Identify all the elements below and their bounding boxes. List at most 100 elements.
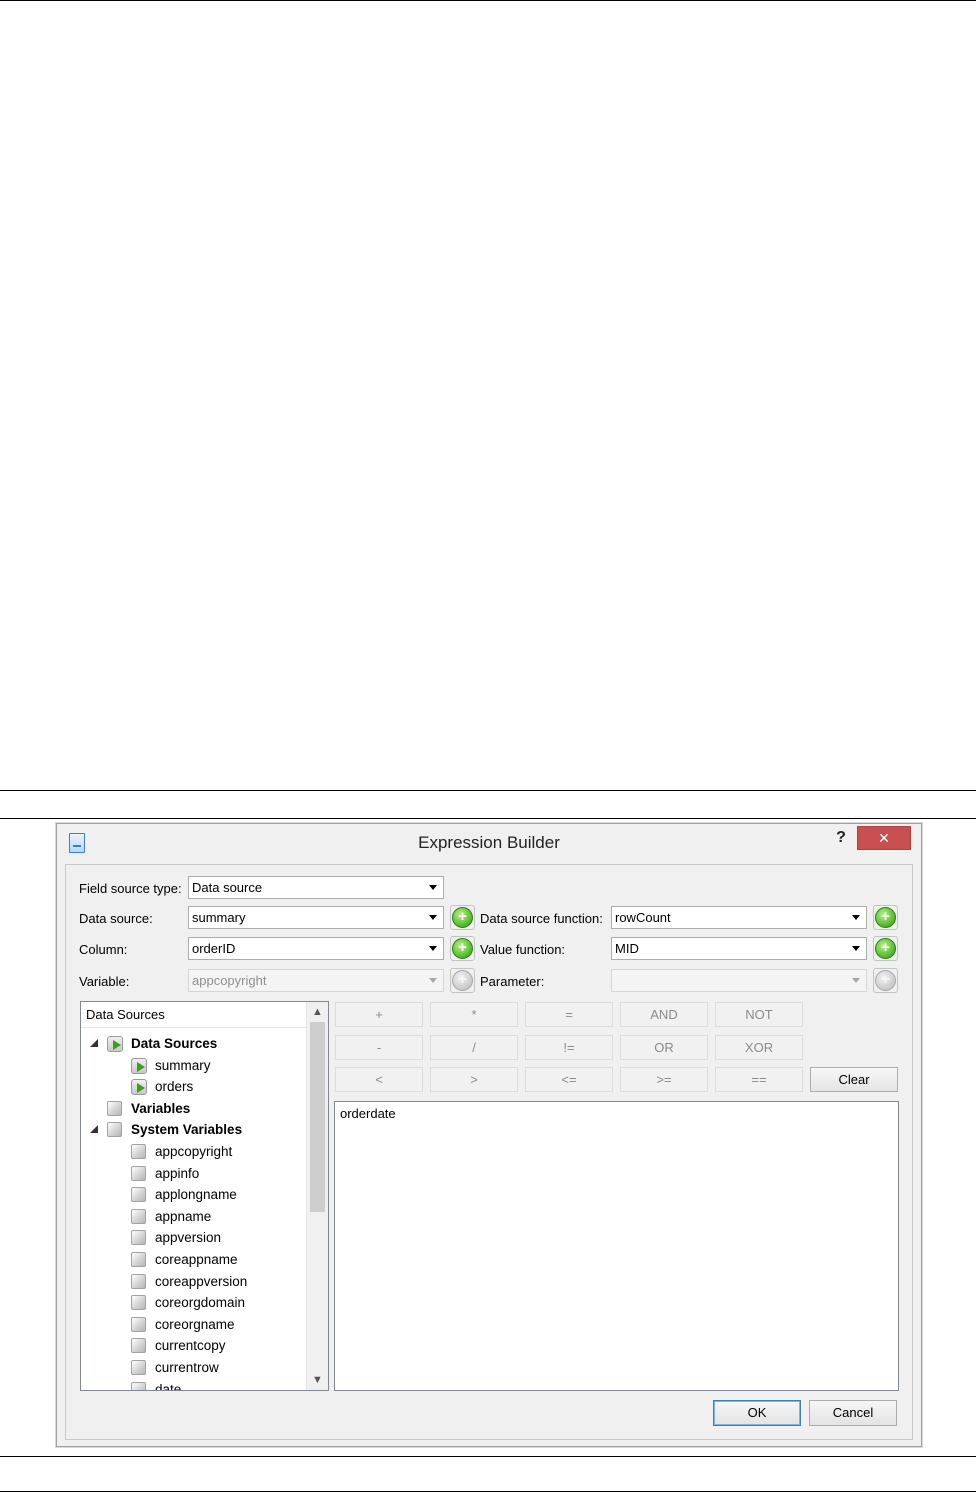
tree-item-label: currentrow	[155, 1360, 219, 1375]
operator-button[interactable]: +	[335, 1002, 423, 1027]
tree-item[interactable]: currentcopy	[81, 1335, 306, 1356]
tree-item[interactable]: applongname	[81, 1184, 306, 1205]
operator-button[interactable]: /	[430, 1034, 518, 1060]
chevron-down-icon	[429, 915, 437, 920]
operator-button[interactable]: >	[430, 1067, 518, 1092]
tree-item[interactable]: summary	[81, 1055, 306, 1076]
cancel-button[interactable]: Cancel	[809, 1400, 897, 1426]
add-column-button[interactable]: +	[450, 936, 475, 961]
scroll-thumb[interactable]	[310, 1022, 325, 1212]
tree-item-label: appinfo	[155, 1165, 200, 1181]
add-data-source-button[interactable]: +	[450, 905, 475, 930]
cube-icon	[131, 1316, 146, 1332]
expand-arrow-icon[interactable]	[90, 1039, 98, 1047]
data-source-function-value: rowCount	[615, 910, 671, 925]
cube-icon	[131, 1360, 146, 1375]
operator-button[interactable]: <=	[525, 1067, 613, 1092]
add-parameter-button[interactable]: +	[873, 968, 898, 993]
tree-item[interactable]: coreorgname	[81, 1314, 306, 1335]
plus-icon: +	[881, 939, 890, 956]
cube-icon	[131, 1208, 146, 1224]
cube-icon	[131, 1187, 146, 1203]
operator-button[interactable]: XOR	[715, 1034, 803, 1060]
tree-header: Data Sources	[81, 1002, 306, 1028]
operator-button[interactable]: !=	[525, 1034, 613, 1060]
expression-editor[interactable]: orderdate	[334, 1101, 899, 1391]
add-data-source-function-button[interactable]: +	[873, 905, 898, 930]
close-button[interactable]: ✕	[857, 826, 911, 850]
chevron-down-icon	[429, 978, 437, 983]
tree-item-label: coreappname	[155, 1252, 238, 1267]
column-label: Column:	[79, 942, 128, 957]
tree-item[interactable]: appinfo	[81, 1163, 306, 1184]
tree-item[interactable]: currentrow	[81, 1357, 306, 1378]
operator-button[interactable]: >=	[620, 1067, 708, 1092]
tree-item[interactable]: date	[81, 1379, 306, 1390]
ok-button[interactable]: OK	[713, 1400, 801, 1426]
operator-button[interactable]: NOT	[715, 1002, 803, 1027]
field-source-type-select[interactable]: Data source	[188, 876, 444, 899]
add-value-function-button[interactable]: +	[873, 936, 898, 961]
parameter-label: Parameter:	[480, 974, 545, 989]
tree-item[interactable]: appname	[81, 1206, 306, 1227]
tree-item-label: summary	[155, 1057, 211, 1073]
chevron-down-icon	[429, 885, 437, 890]
data-source-select[interactable]: summary	[188, 906, 444, 929]
datasource-icon	[131, 1079, 147, 1096]
tree-item[interactable]: coreappname	[81, 1249, 306, 1270]
value-function-select[interactable]: MID	[611, 937, 867, 960]
operator-button[interactable]: -	[335, 1034, 423, 1060]
scroll-up-icon[interactable]: ▲	[307, 1002, 328, 1022]
parameter-select[interactable]	[611, 969, 867, 992]
plus-icon: +	[458, 939, 467, 956]
page-rule	[0, 0, 976, 1]
data-source-function-select[interactable]: rowCount	[611, 906, 867, 929]
tree-item-label: coreorgdomain	[155, 1295, 246, 1311]
tree-item[interactable]: coreappversion	[81, 1271, 306, 1292]
tree-item-label: currentcopy	[155, 1338, 226, 1354]
datasource-icon	[131, 1057, 147, 1074]
title-bar[interactable]: Expression Builder ? ✕	[57, 824, 921, 864]
expand-arrow-icon[interactable]	[90, 1125, 98, 1134]
operator-button[interactable]: AND	[620, 1002, 708, 1027]
tree-item-label: coreappversion	[155, 1273, 248, 1289]
operator-button[interactable]: *	[430, 1002, 518, 1027]
datasource-icon	[107, 1036, 123, 1052]
tree-item-label: System Variables	[131, 1122, 243, 1138]
cube-icon	[107, 1100, 122, 1116]
add-variable-button[interactable]: +	[450, 968, 475, 993]
tree-item-label: appname	[155, 1208, 212, 1224]
tree-item-label: Variables	[131, 1100, 191, 1116]
operator-button[interactable]: ==	[715, 1067, 803, 1092]
tree-item[interactable]: appcopyright	[81, 1141, 306, 1162]
tree-item[interactable]: System Variables	[81, 1119, 306, 1140]
operator-button[interactable]: =	[525, 1002, 613, 1027]
chevron-down-icon	[852, 946, 860, 951]
tree-item[interactable]: orders	[81, 1076, 306, 1097]
dialog-title: Expression Builder	[418, 833, 560, 852]
column-value: orderID	[192, 941, 236, 956]
operator-button[interactable]: OR	[620, 1034, 708, 1060]
tree-item[interactable]: appversion	[81, 1227, 306, 1248]
cube-icon	[131, 1165, 146, 1181]
variable-value: appcopyright	[192, 973, 267, 988]
scroll-down-icon[interactable]: ▼	[307, 1370, 328, 1390]
tree-item[interactable]: coreorgdomain	[81, 1292, 306, 1313]
data-sources-tree[interactable]: Data Sources Data Sources summary orders Va…	[80, 1001, 329, 1391]
plus-icon: +	[881, 971, 890, 988]
operator-button[interactable]: <	[335, 1067, 423, 1092]
tree-item-label: orders	[155, 1079, 194, 1095]
help-button[interactable]: ?	[829, 826, 853, 850]
cube-icon	[131, 1295, 146, 1311]
tree-item-label: appversion	[155, 1230, 222, 1246]
data-source-value: summary	[192, 910, 246, 925]
tree-scrollbar[interactable]: ▲ ▼	[306, 1002, 328, 1390]
column-select[interactable]: orderID	[188, 937, 444, 960]
variable-select[interactable]: appcopyright	[188, 969, 444, 992]
tree-item[interactable]: Data Sources	[81, 1033, 306, 1054]
chevron-down-icon	[852, 915, 860, 920]
clear-button[interactable]: Clear	[810, 1067, 898, 1092]
tree-item[interactable]: Variables	[81, 1098, 306, 1119]
cube-icon	[131, 1381, 146, 1390]
tree-item-label: coreorgname	[155, 1316, 235, 1332]
